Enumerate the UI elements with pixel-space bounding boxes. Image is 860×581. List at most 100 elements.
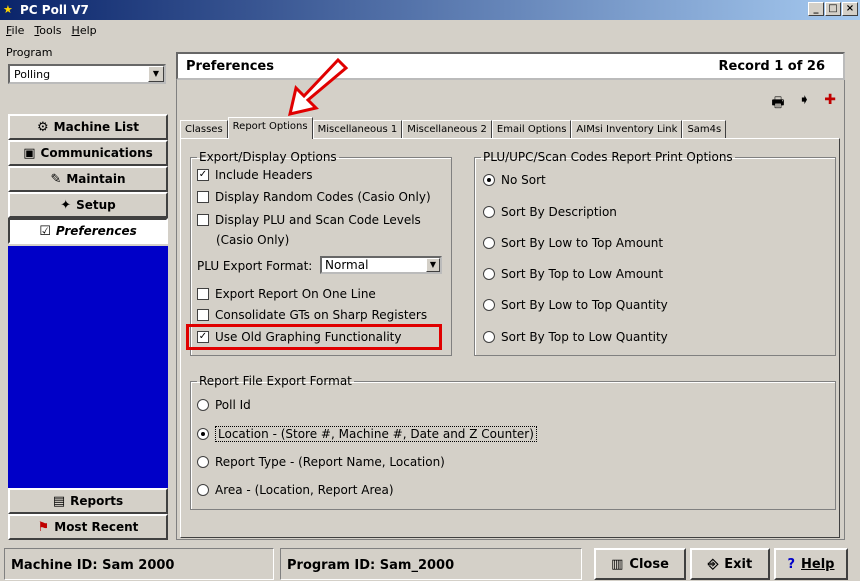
radio-label: Report Type - (Report Name, Location) xyxy=(215,455,445,469)
radio-unselected[interactable] xyxy=(197,399,209,411)
print-icon[interactable]: 🖶 xyxy=(771,92,784,116)
radio-area[interactable]: Area - (Location, Report Area) xyxy=(197,483,394,497)
app-icon: ★ xyxy=(3,3,13,16)
preferences-icon: ☑ xyxy=(39,223,51,239)
radio-unselected[interactable] xyxy=(197,484,209,496)
include-headers-checkbox[interactable]: ✓ Include Headers xyxy=(197,168,312,182)
menu-file[interactable]: File xyxy=(6,24,24,37)
tab-aimsi-inventory-link[interactable]: AIMsi Inventory Link xyxy=(571,120,683,139)
checkbox-label: Export Report On One Line xyxy=(215,287,376,301)
main-header: Preferences Record 1 of 26 xyxy=(176,52,845,80)
window-titlebar: ★ PC Poll V7 _ □ × xyxy=(0,0,860,20)
tab-classes[interactable]: Classes xyxy=(180,120,228,139)
checkbox-unchecked[interactable] xyxy=(197,309,209,321)
tab-report-options[interactable]: Report Options xyxy=(227,117,313,139)
machine-id-status: Machine ID: Sam 2000 xyxy=(4,548,274,580)
group-legend: PLU/UPC/Scan Codes Report Print Options xyxy=(483,150,733,164)
toolbar: 🖶 ➧ ✚ xyxy=(771,92,836,116)
nav-label: Setup xyxy=(76,198,116,212)
question-icon: ? xyxy=(787,556,796,572)
radio-poll-id[interactable]: Poll Id xyxy=(197,398,251,412)
radio-no-sort[interactable]: No Sort xyxy=(483,173,546,187)
maximize-button[interactable]: □ xyxy=(825,2,841,16)
plu-format-label: PLU Export Format: xyxy=(197,259,313,273)
radio-sort-top-low-quantity[interactable]: Sort By Top to Low Quantity xyxy=(483,330,668,344)
plu-levels-checkbox[interactable]: Display PLU and Scan Code Levels xyxy=(197,213,421,227)
checkbox-unchecked[interactable] xyxy=(197,288,209,300)
one-line-checkbox[interactable]: Export Report On One Line xyxy=(197,287,376,301)
radio-label: Poll Id xyxy=(215,398,251,412)
nav-setup[interactable]: ✦ Setup xyxy=(8,192,168,218)
radio-unselected[interactable] xyxy=(483,331,495,343)
exit-label: Exit xyxy=(724,556,753,572)
chevron-down-icon[interactable]: ▼ xyxy=(148,66,164,82)
radio-sort-low-top-amount[interactable]: Sort By Low to Top Amount xyxy=(483,236,663,250)
help-button[interactable]: ? Help xyxy=(774,548,848,580)
radio-unselected[interactable] xyxy=(483,206,495,218)
menu-bar: File Tools Help xyxy=(0,20,860,40)
menu-tools[interactable]: Tools xyxy=(34,24,61,37)
checkbox-checked[interactable]: ✓ xyxy=(197,169,209,181)
annotation-arrow-icon xyxy=(287,57,349,117)
nav-label: Machine List xyxy=(53,120,139,134)
import-icon[interactable]: ✚ xyxy=(824,92,836,116)
radio-label: No Sort xyxy=(501,173,546,187)
radio-label: Sort By Low to Top Amount xyxy=(501,236,664,250)
reports-icon: ▤ xyxy=(52,493,66,509)
radio-sort-low-top-quantity[interactable]: Sort By Low to Top Quantity xyxy=(483,298,668,312)
radio-selected[interactable] xyxy=(483,174,495,186)
radio-unselected[interactable] xyxy=(197,456,209,468)
checkbox-label: Display Random Codes (Casio Only) xyxy=(215,190,431,204)
program-id-status: Program ID: Sam_2000 xyxy=(280,548,582,580)
page-title: Preferences xyxy=(186,59,274,74)
nav-communications[interactable]: ▣ Communications xyxy=(8,140,168,166)
plu-format-select[interactable]: Normal ▼ xyxy=(320,256,442,274)
close-window-button[interactable]: × xyxy=(842,2,858,16)
radio-sort-description[interactable]: Sort By Description xyxy=(483,205,617,219)
radio-label: Sort By Top to Low Amount xyxy=(501,267,664,281)
checkbox-label: Consolidate GTs on Sharp Registers xyxy=(215,308,428,322)
tab-strip: Classes Report Options Miscellaneous 1 M… xyxy=(180,117,727,139)
radio-label: Sort By Description xyxy=(501,205,617,219)
nav-empty-area xyxy=(8,246,168,488)
nav-label: Most Recent xyxy=(54,520,139,534)
nav-maintain[interactable]: ✎ Maintain xyxy=(8,166,168,192)
radio-location[interactable]: Location - (Store #, Machine #, Date and… xyxy=(197,426,537,442)
annotation-highlight-box xyxy=(186,324,442,350)
setup-icon: ✦ xyxy=(60,197,72,213)
nav-reports[interactable]: ▤ Reports xyxy=(8,488,168,514)
menu-help[interactable]: Help xyxy=(72,24,97,37)
checkbox-label: Include Headers xyxy=(215,168,313,182)
radio-label: Area - (Location, Report Area) xyxy=(215,483,394,497)
radio-unselected[interactable] xyxy=(483,299,495,311)
tab-miscellaneous-1[interactable]: Miscellaneous 1 xyxy=(312,120,403,139)
checkbox-unchecked[interactable] xyxy=(197,191,209,203)
consolidate-checkbox[interactable]: Consolidate GTs on Sharp Registers xyxy=(197,308,427,322)
nav-most-recent[interactable]: ⚑ Most Recent xyxy=(8,514,168,540)
group-legend: Export/Display Options xyxy=(199,150,337,164)
radio-unselected[interactable] xyxy=(483,237,495,249)
radio-sort-top-low-amount[interactable]: Sort By Top to Low Amount xyxy=(483,267,663,281)
nav-label: Preferences xyxy=(55,224,137,238)
close-button[interactable]: ▥ Close xyxy=(594,548,686,580)
tab-miscellaneous-2[interactable]: Miscellaneous 2 xyxy=(402,120,492,139)
export-icon[interactable]: ➧ xyxy=(799,92,811,116)
minimize-button[interactable]: _ xyxy=(808,2,824,16)
radio-selected[interactable] xyxy=(197,428,209,440)
nav-machine-list[interactable]: ⚙ Machine List xyxy=(8,114,168,140)
tab-sam4s[interactable]: Sam4s xyxy=(682,120,727,139)
checkbox-unchecked[interactable] xyxy=(197,214,209,226)
nav-label: Maintain xyxy=(66,172,126,186)
exit-button[interactable]: ⎆ Exit xyxy=(690,548,770,580)
tab-email-options[interactable]: Email Options xyxy=(491,120,572,139)
random-codes-checkbox[interactable]: Display Random Codes (Casio Only) xyxy=(197,190,431,204)
program-select-value: Polling xyxy=(14,68,51,81)
program-select[interactable]: Polling ▼ xyxy=(8,64,166,84)
radio-label: Sort By Low to Top Quantity xyxy=(501,298,668,312)
nav-label: Reports xyxy=(70,494,124,508)
flag-icon: ⚑ xyxy=(37,519,50,535)
radio-report-type[interactable]: Report Type - (Report Name, Location) xyxy=(197,455,445,469)
nav-preferences[interactable]: ☑ Preferences xyxy=(8,218,168,244)
radio-unselected[interactable] xyxy=(483,268,495,280)
chevron-down-icon[interactable]: ▼ xyxy=(426,258,440,272)
